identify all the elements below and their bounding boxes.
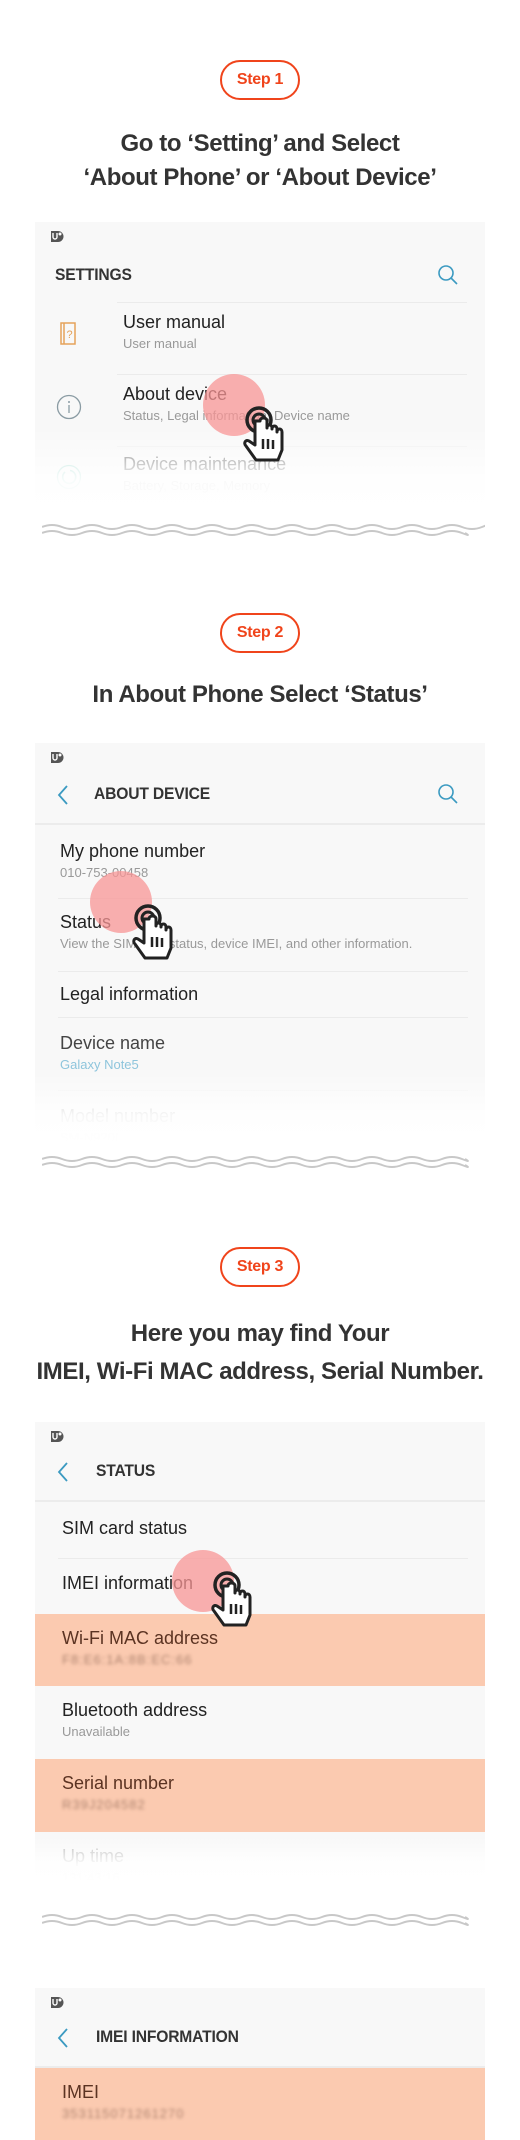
wave-divider bbox=[42, 1914, 469, 1926]
book-question-icon: ? bbox=[60, 322, 76, 345]
wave-divider bbox=[42, 524, 485, 536]
item-label: Bluetooth address bbox=[62, 1700, 208, 1720]
carrier-icon bbox=[51, 1997, 64, 2008]
app-bar-title: STATUS bbox=[96, 1461, 156, 1480]
item-sublabel: User manual bbox=[123, 336, 197, 351]
imei-information-screen: IMEI INFORMATION IMEI 353115071261270 bbox=[35, 1988, 485, 2140]
list-item-sim-card-status[interactable]: SIM card status bbox=[35, 1502, 485, 1558]
about-device-app-bar: ABOUT DEVICE bbox=[35, 769, 485, 821]
status-screen: STATUS SIM card status IMEI information … bbox=[35, 1422, 485, 1880]
step-1-title-line-1: Go to ‘Setting’ and Select bbox=[120, 130, 400, 157]
list-item-wifi-mac-address[interactable]: Wi-Fi MAC address F8:E6:1A:8B:EC:66 bbox=[35, 1614, 485, 1686]
list-item-bluetooth-address[interactable]: Bluetooth address Unavailable bbox=[35, 1686, 485, 1759]
item-label: IMEI bbox=[62, 2082, 100, 2102]
back-arrow-icon[interactable] bbox=[55, 2026, 71, 2050]
list-item-serial-number[interactable]: Serial number R39J204582 bbox=[35, 1759, 485, 1832]
step-1-title-line-2: ‘About Phone’ or ‘About Device’ bbox=[83, 164, 437, 191]
item-label: My phone number bbox=[60, 841, 206, 861]
step-1-badge: Step 1 bbox=[220, 60, 300, 100]
list-item-imei-information[interactable]: IMEI information bbox=[35, 1558, 485, 1614]
search-icon[interactable] bbox=[437, 264, 459, 286]
list-item-user-manual[interactable]: ? User manual User manual bbox=[35, 302, 485, 374]
divider bbox=[117, 374, 467, 375]
divider bbox=[58, 971, 468, 972]
item-sublabel-redacted: R39J204582 bbox=[62, 1797, 146, 1812]
divider bbox=[58, 1017, 468, 1018]
info-icon bbox=[56, 394, 82, 420]
status-app-bar: STATUS bbox=[35, 1446, 485, 1498]
item-label: Device name bbox=[60, 1033, 166, 1053]
item-sublabel: Unavailable bbox=[62, 1724, 130, 1739]
item-sublabel-redacted: 353115071261270 bbox=[62, 2106, 185, 2121]
settings-app-bar: SETTINGS bbox=[35, 250, 485, 302]
item-sublabel: View the SIM card status, device IMEI, a… bbox=[60, 936, 413, 951]
item-label: Wi-Fi MAC address bbox=[62, 1628, 219, 1648]
divider bbox=[117, 302, 467, 303]
step-3-badge: Step 3 bbox=[220, 1247, 300, 1287]
svg-text:?: ? bbox=[66, 329, 72, 341]
back-arrow-icon[interactable] bbox=[55, 783, 71, 807]
app-bar-title: IMEI INFORMATION bbox=[96, 2027, 239, 2046]
step-2-badge: Step 2 bbox=[220, 613, 300, 653]
list-item-imei[interactable]: IMEI 353115071261270 bbox=[35, 2068, 485, 2140]
item-label: Legal information bbox=[60, 984, 199, 1004]
carrier-icon bbox=[51, 1431, 64, 1442]
app-bar-title: ABOUT DEVICE bbox=[94, 784, 210, 803]
carrier-icon bbox=[51, 231, 64, 242]
step-2-title: In About Phone Select ‘Status’ bbox=[92, 681, 428, 708]
item-sublabel-redacted: F8:E6:1A:8B:EC:66 bbox=[62, 1652, 193, 1667]
search-icon[interactable] bbox=[437, 783, 459, 805]
fade-overlay bbox=[35, 1837, 485, 1880]
item-label: SIM card status bbox=[62, 1518, 188, 1538]
carrier-icon bbox=[51, 752, 64, 763]
pointing-hand-icon bbox=[243, 406, 284, 462]
pointing-hand-icon bbox=[211, 1571, 252, 1627]
item-label: User manual bbox=[123, 312, 226, 332]
item-sublabel: Galaxy Note5 bbox=[60, 1057, 139, 1072]
app-bar-title: SETTINGS bbox=[55, 265, 132, 284]
about-device-screen: ABOUT DEVICE My phone number 010-753-004… bbox=[35, 743, 485, 1143]
back-arrow-icon[interactable] bbox=[55, 1460, 71, 1484]
divider bbox=[58, 1558, 468, 1559]
pointing-hand-icon bbox=[132, 904, 173, 960]
wave-divider bbox=[42, 1156, 469, 1168]
item-label: Serial number bbox=[62, 1773, 175, 1793]
fade-overlay bbox=[35, 1073, 485, 1143]
step-3-title-line-2: IMEI, Wi-Fi MAC address, Serial Number. bbox=[36, 1358, 484, 1385]
step-3-title-line-1: Here you may find Your bbox=[130, 1320, 390, 1347]
imei-app-bar: IMEI INFORMATION bbox=[35, 2012, 485, 2064]
